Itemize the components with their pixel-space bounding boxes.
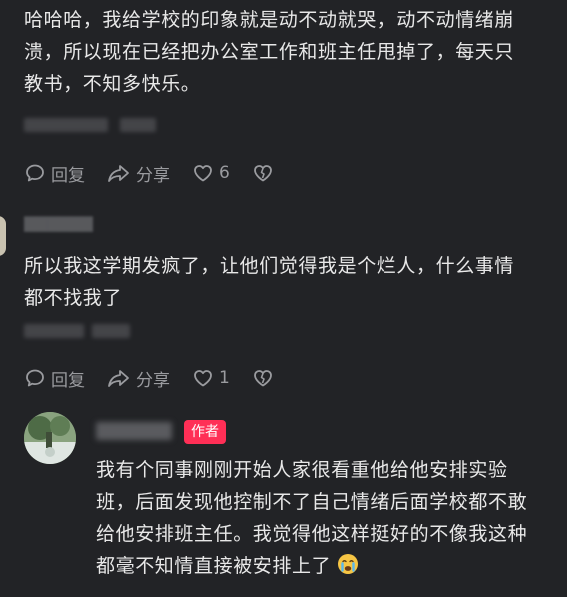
like-count: 6: [219, 163, 230, 183]
comment-1-share-button[interactable]: 分享: [107, 161, 170, 186]
author-avatar[interactable]: [24, 412, 76, 464]
like-count: 1: [219, 368, 230, 388]
comment-2-like-button[interactable]: 1: [192, 367, 230, 389]
comment-2-meta-blurred: [92, 324, 130, 338]
comment-2-line: 所以我这学期发疯了，让他们觉得我是个烂人，什么事情: [24, 255, 515, 277]
comment-1-line: 哈哈哈，我给学校的印象就是动不动就哭，动不动情绪崩: [24, 9, 515, 31]
comment-1-like-button[interactable]: 6: [192, 162, 230, 184]
reply-line: 班，后面发现他控制不了自己情绪后面学校都不敢: [96, 491, 528, 513]
heart-icon: [194, 165, 212, 182]
reply-text: 我有个同事刚刚开始人家很看重他给他安排实验 班，后面发现他控制不了自己情绪后面学…: [96, 454, 527, 582]
share-arrow-icon: [108, 165, 129, 182]
comment-1-meta-blurred: [24, 118, 108, 132]
comment-2-line: 都不找我了: [24, 287, 123, 309]
reply-label: 回复: [51, 165, 85, 186]
comment-2-share-button[interactable]: 分享: [107, 366, 170, 391]
broken-heart-icon: [253, 165, 272, 182]
reply-meta-cutoff: ▂▂▂ ▂▂: [96, 588, 155, 597]
reply-line: 给他安排班主任。我觉得他这样挺好的不像我这种: [96, 523, 528, 545]
reply-line: 我有个同事刚刚开始人家很看重他给他安排实验: [96, 459, 508, 481]
comment-1-meta-blurred: [120, 118, 156, 132]
comment-2-text: 所以我这学期发疯了，让他们觉得我是个烂人，什么事情 都不找我了: [24, 250, 514, 314]
comment-1-text: 哈哈哈，我给学校的印象就是动不动就哭，动不动情绪崩 溃，所以现在已经把办公室工作…: [24, 4, 514, 100]
comment-1-reply-button[interactable]: 回复: [24, 161, 85, 186]
avatar-image: [24, 412, 76, 464]
comment-1-dislike-button[interactable]: [252, 162, 279, 184]
crying-face-icon: [338, 554, 359, 574]
comment-2-meta-blurred: [24, 324, 84, 338]
commenter-name-blurred: ▇▇▇▇▇▇: [24, 214, 94, 232]
author-name-blurred: [96, 422, 172, 440]
reply-bubble-icon: [26, 164, 44, 182]
reply-label: 回复: [51, 370, 85, 391]
comment-1-line: 溃，所以现在已经把办公室工作和班主任甩掉了，每天只: [24, 41, 515, 63]
comment-1-actions: 回复 分享 6: [24, 160, 301, 186]
comment-2-reply-button[interactable]: 回复: [24, 366, 85, 391]
comment-1-line: 教书，不知多快乐。: [24, 73, 201, 95]
reply-bubble-icon: [26, 369, 44, 387]
comment-thread: 哈哈哈，我给学校的印象就是动不动就哭，动不动情绪崩 溃，所以现在已经把办公室工作…: [0, 0, 567, 597]
comment-2-actions: 回复 分享 1: [24, 365, 301, 391]
heart-icon: [194, 370, 212, 387]
comment-2-dislike-button[interactable]: [252, 367, 279, 389]
share-arrow-icon: [108, 370, 129, 387]
author-badge: 作者: [184, 420, 226, 444]
share-label: 分享: [136, 165, 170, 186]
reply-line-last: 都毫不知情直接被安排上了: [96, 550, 527, 582]
broken-heart-icon: [253, 370, 272, 387]
reply-line: 都毫不知情直接被安排上了: [96, 555, 332, 577]
avatar[interactable]: [0, 216, 6, 256]
share-label: 分享: [136, 370, 170, 391]
